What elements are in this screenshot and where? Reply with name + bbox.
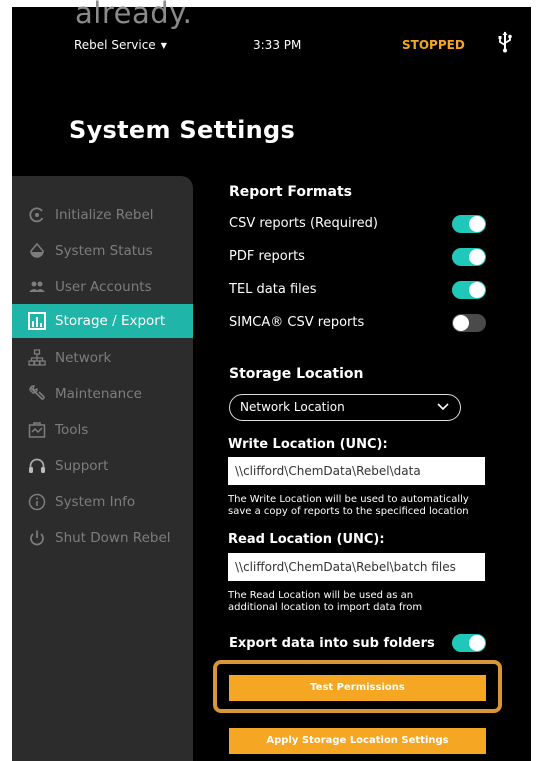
- sidebar-item-shut-down[interactable]: Shut Down Rebel: [12, 521, 193, 555]
- export-subfolders-toggle[interactable]: [452, 634, 486, 652]
- pdf-reports-toggle[interactable]: [452, 248, 486, 266]
- hint-line: The Read Location will be used as an: [228, 590, 414, 601]
- wrench-icon: [29, 385, 45, 400]
- read-location-input[interactable]: [228, 553, 485, 581]
- sidebar-item-label: Network: [55, 350, 112, 366]
- sidebar-item-support[interactable]: Support: [12, 449, 193, 483]
- sidebar-item-label: Maintenance: [55, 386, 142, 402]
- sidebar-item-label: User Accounts: [55, 279, 152, 295]
- toggle-knob: [453, 315, 469, 331]
- apply-storage-location-settings-button[interactable]: Apply Storage Location Settings: [229, 728, 486, 754]
- storage-chart-icon: [28, 312, 46, 330]
- caret-down-icon: ▼: [160, 40, 167, 50]
- sidebar-item-label: Storage / Export: [55, 313, 166, 329]
- sidebar-item-label: System Info: [55, 494, 136, 510]
- sidebar-item-tools[interactable]: Tools: [12, 413, 193, 447]
- service-menu-button[interactable]: Rebel Service ▼: [74, 38, 167, 52]
- toggle-knob: [469, 635, 485, 651]
- report-formats-title: Report Formats: [229, 184, 352, 200]
- status-drop-icon: [30, 242, 44, 258]
- hint-line: The Write Location will be used to autom…: [228, 494, 469, 505]
- export-subfolders-label: Export data into sub folders: [229, 636, 435, 651]
- clock-time: 3:33 PM: [253, 38, 302, 52]
- tel-data-files-toggle[interactable]: [452, 281, 486, 299]
- device-screen: Rebel Service ▼ 3:33 PM STOPPED System S…: [12, 7, 531, 761]
- power-icon: [30, 530, 44, 546]
- run-state-badge: STOPPED: [402, 38, 465, 52]
- sidebar-item-network[interactable]: Network: [12, 341, 193, 375]
- sidebar-item-label: System Status: [55, 243, 153, 259]
- read-location-hint: The Read Location will be used as an add…: [228, 590, 503, 614]
- csv-reports-toggle[interactable]: [452, 215, 486, 233]
- sidebar-item-label: Initialize Rebel: [55, 207, 154, 223]
- sidebar-item-initialize[interactable]: Initialize Rebel: [12, 198, 193, 232]
- sidebar-item-label: Support: [55, 458, 109, 474]
- storage-location-selected-value: Network Location: [240, 400, 345, 414]
- simca-csv-reports-toggle[interactable]: [452, 314, 486, 332]
- info-icon: [28, 493, 46, 511]
- overlay-caption-text: already.: [75, 0, 193, 30]
- page-title: System Settings: [69, 116, 296, 144]
- csv-reports-label: CSV reports (Required): [229, 216, 378, 231]
- test-permissions-button[interactable]: Test Permissions: [229, 675, 486, 701]
- tools-icon: [28, 422, 46, 438]
- network-icon: [28, 349, 46, 366]
- storage-location-title: Storage Location: [229, 366, 364, 382]
- initialize-icon: [29, 207, 44, 223]
- write-location-hint: The Write Location will be used to autom…: [228, 494, 503, 518]
- usb-icon: [498, 31, 512, 53]
- sidebar-item-system-info[interactable]: System Info: [12, 485, 193, 519]
- sidebar-item-label: Shut Down Rebel: [55, 530, 171, 546]
- chevron-down-icon: [437, 403, 449, 411]
- hint-line: save a copy of reports to the specificed…: [228, 506, 469, 517]
- read-location-label: Read Location (UNC):: [228, 532, 385, 547]
- service-menu-label: Rebel Service: [74, 38, 156, 52]
- sidebar-item-label: Tools: [55, 422, 89, 438]
- simca-csv-reports-label: SIMCA® CSV reports: [229, 315, 365, 330]
- toggle-knob: [469, 249, 485, 265]
- toggle-knob: [469, 216, 485, 232]
- sidebar-item-user-accounts[interactable]: User Accounts: [12, 270, 193, 304]
- headset-icon: [29, 458, 45, 473]
- users-icon: [29, 281, 45, 292]
- sidebar-item-maintenance[interactable]: Maintenance: [12, 377, 193, 411]
- tel-data-files-label: TEL data files: [229, 282, 317, 297]
- toggle-knob: [469, 282, 485, 298]
- sidebar-item-storage-export[interactable]: Storage / Export: [12, 304, 193, 338]
- write-location-label: Write Location (UNC):: [228, 437, 388, 452]
- hint-line: additional location to import data from: [228, 602, 423, 613]
- sidebar-item-system-status[interactable]: System Status: [12, 234, 193, 268]
- pdf-reports-label: PDF reports: [229, 249, 305, 264]
- sidebar: Initialize Rebel System Status User Acco…: [12, 176, 193, 761]
- storage-location-select[interactable]: Network Location: [229, 394, 461, 421]
- write-location-input[interactable]: [228, 457, 485, 485]
